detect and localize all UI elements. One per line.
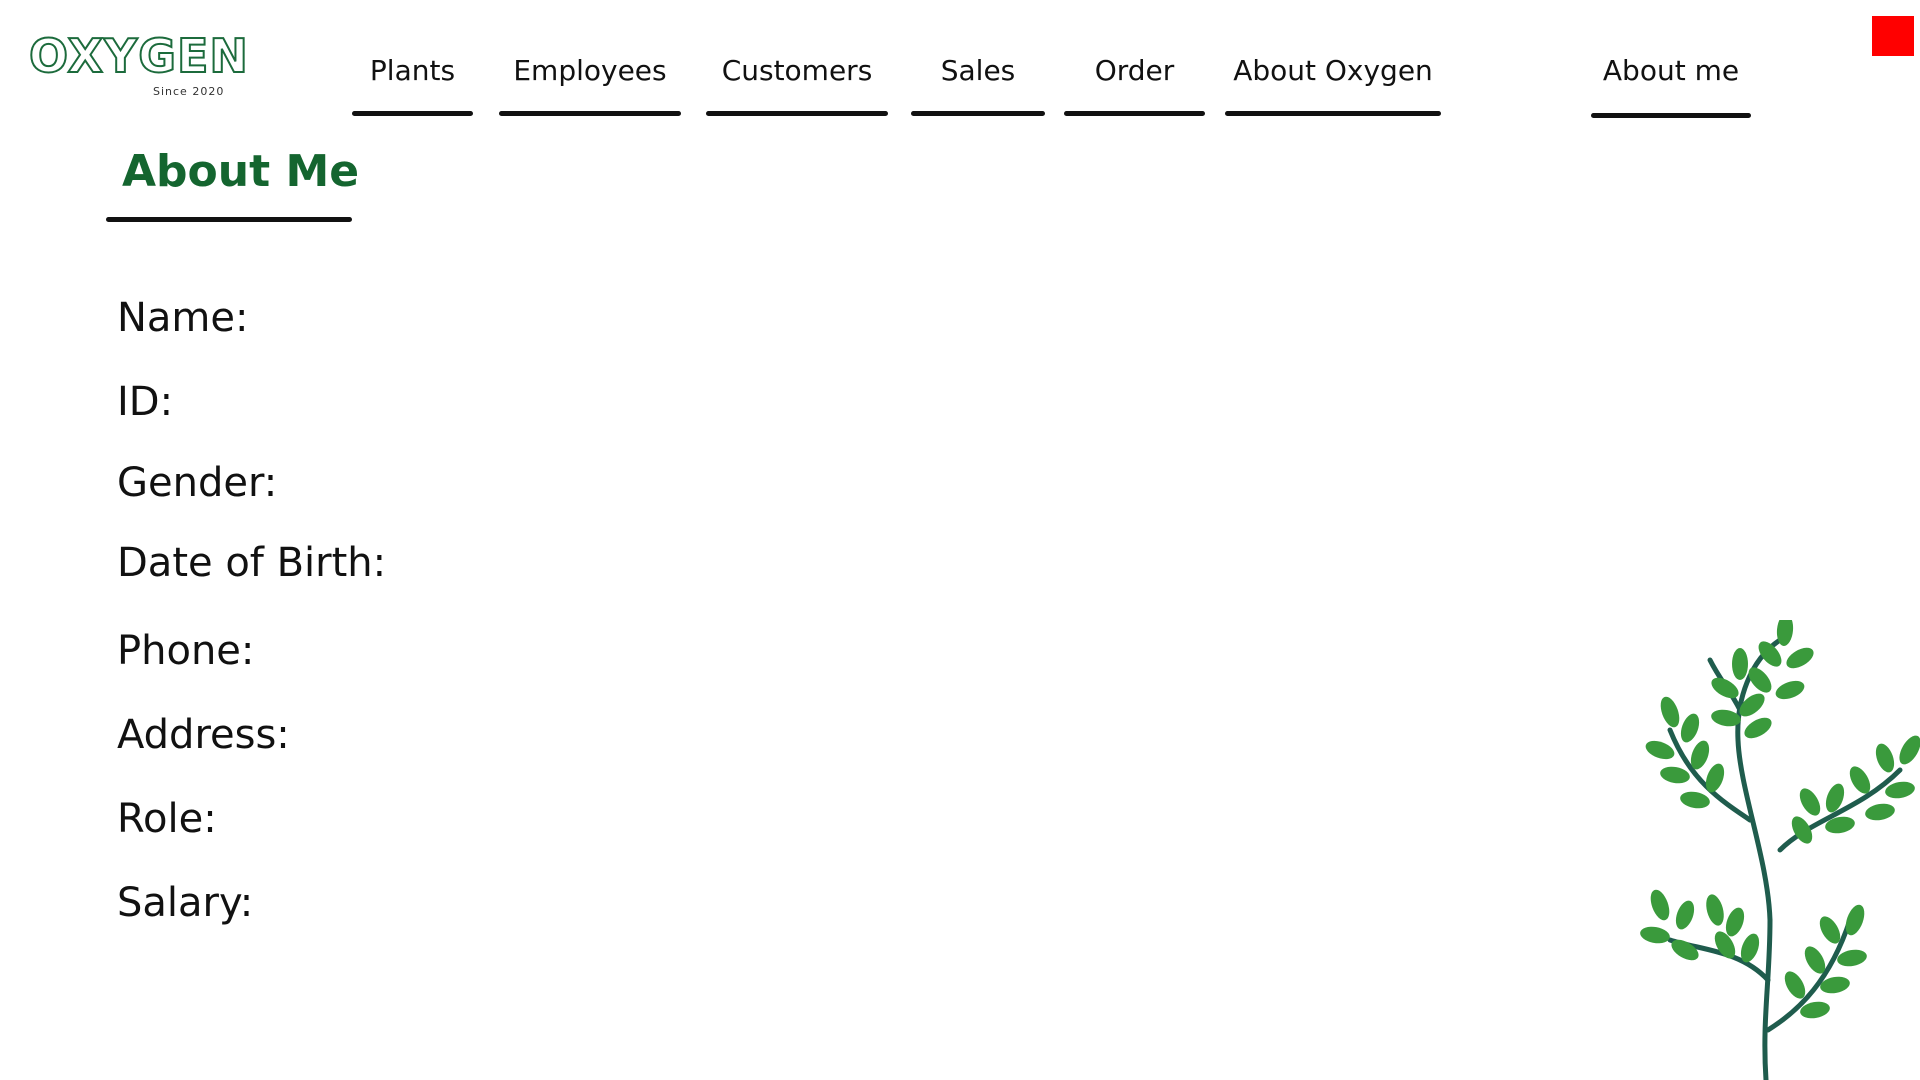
gender-label: Gender: [117,460,278,506]
logo-tagline: Since 2020 [153,85,225,98]
id-label: ID: [117,379,174,425]
nav-underline [1591,113,1751,118]
page-title: About Me [106,146,359,222]
page-title-text: About Me [122,146,360,197]
nav-employees[interactable]: Employees [499,48,681,116]
nav-label: Employees [513,54,667,87]
nav-underline [1064,111,1205,116]
name-label: Name: [117,295,249,341]
address-label: Address: [117,712,290,758]
red-square-icon[interactable] [1872,16,1914,56]
date-of-birth-label: Date of Birth: [117,540,387,586]
nav-label: About me [1602,54,1740,87]
phone-label: Phone: [117,628,255,674]
nav-underline [352,111,473,116]
role-label: Role: [117,796,217,842]
logo-wordmark: OXYGEN [28,29,249,83]
about-me-page: OXYGEN Since 2020 Plants Employees Custo… [0,0,1920,1080]
nav-underline [1225,111,1441,116]
nav-label: Customers [721,54,873,87]
nav-about-me[interactable]: About me [1591,48,1751,118]
nav-plants[interactable]: Plants [352,48,473,116]
nav-underline [911,111,1045,116]
nav-underline [706,111,888,116]
page-title-underline [106,217,352,222]
nav-customers[interactable]: Customers [706,48,888,116]
plant-branch-illustration [1640,620,1920,1080]
nav-label: Sales [940,54,1016,87]
nav-about-oxygen[interactable]: About Oxygen [1225,48,1441,116]
nav-underline [499,111,681,116]
nav-order[interactable]: Order [1064,48,1205,116]
nav-label: Order [1094,54,1175,87]
salary-label: Salary: [117,880,254,926]
nav-sales[interactable]: Sales [911,48,1045,116]
nav-label: Plants [369,54,456,87]
oxygen-logo[interactable]: OXYGEN Since 2020 [28,32,249,103]
nav-label: About Oxygen [1233,54,1433,87]
